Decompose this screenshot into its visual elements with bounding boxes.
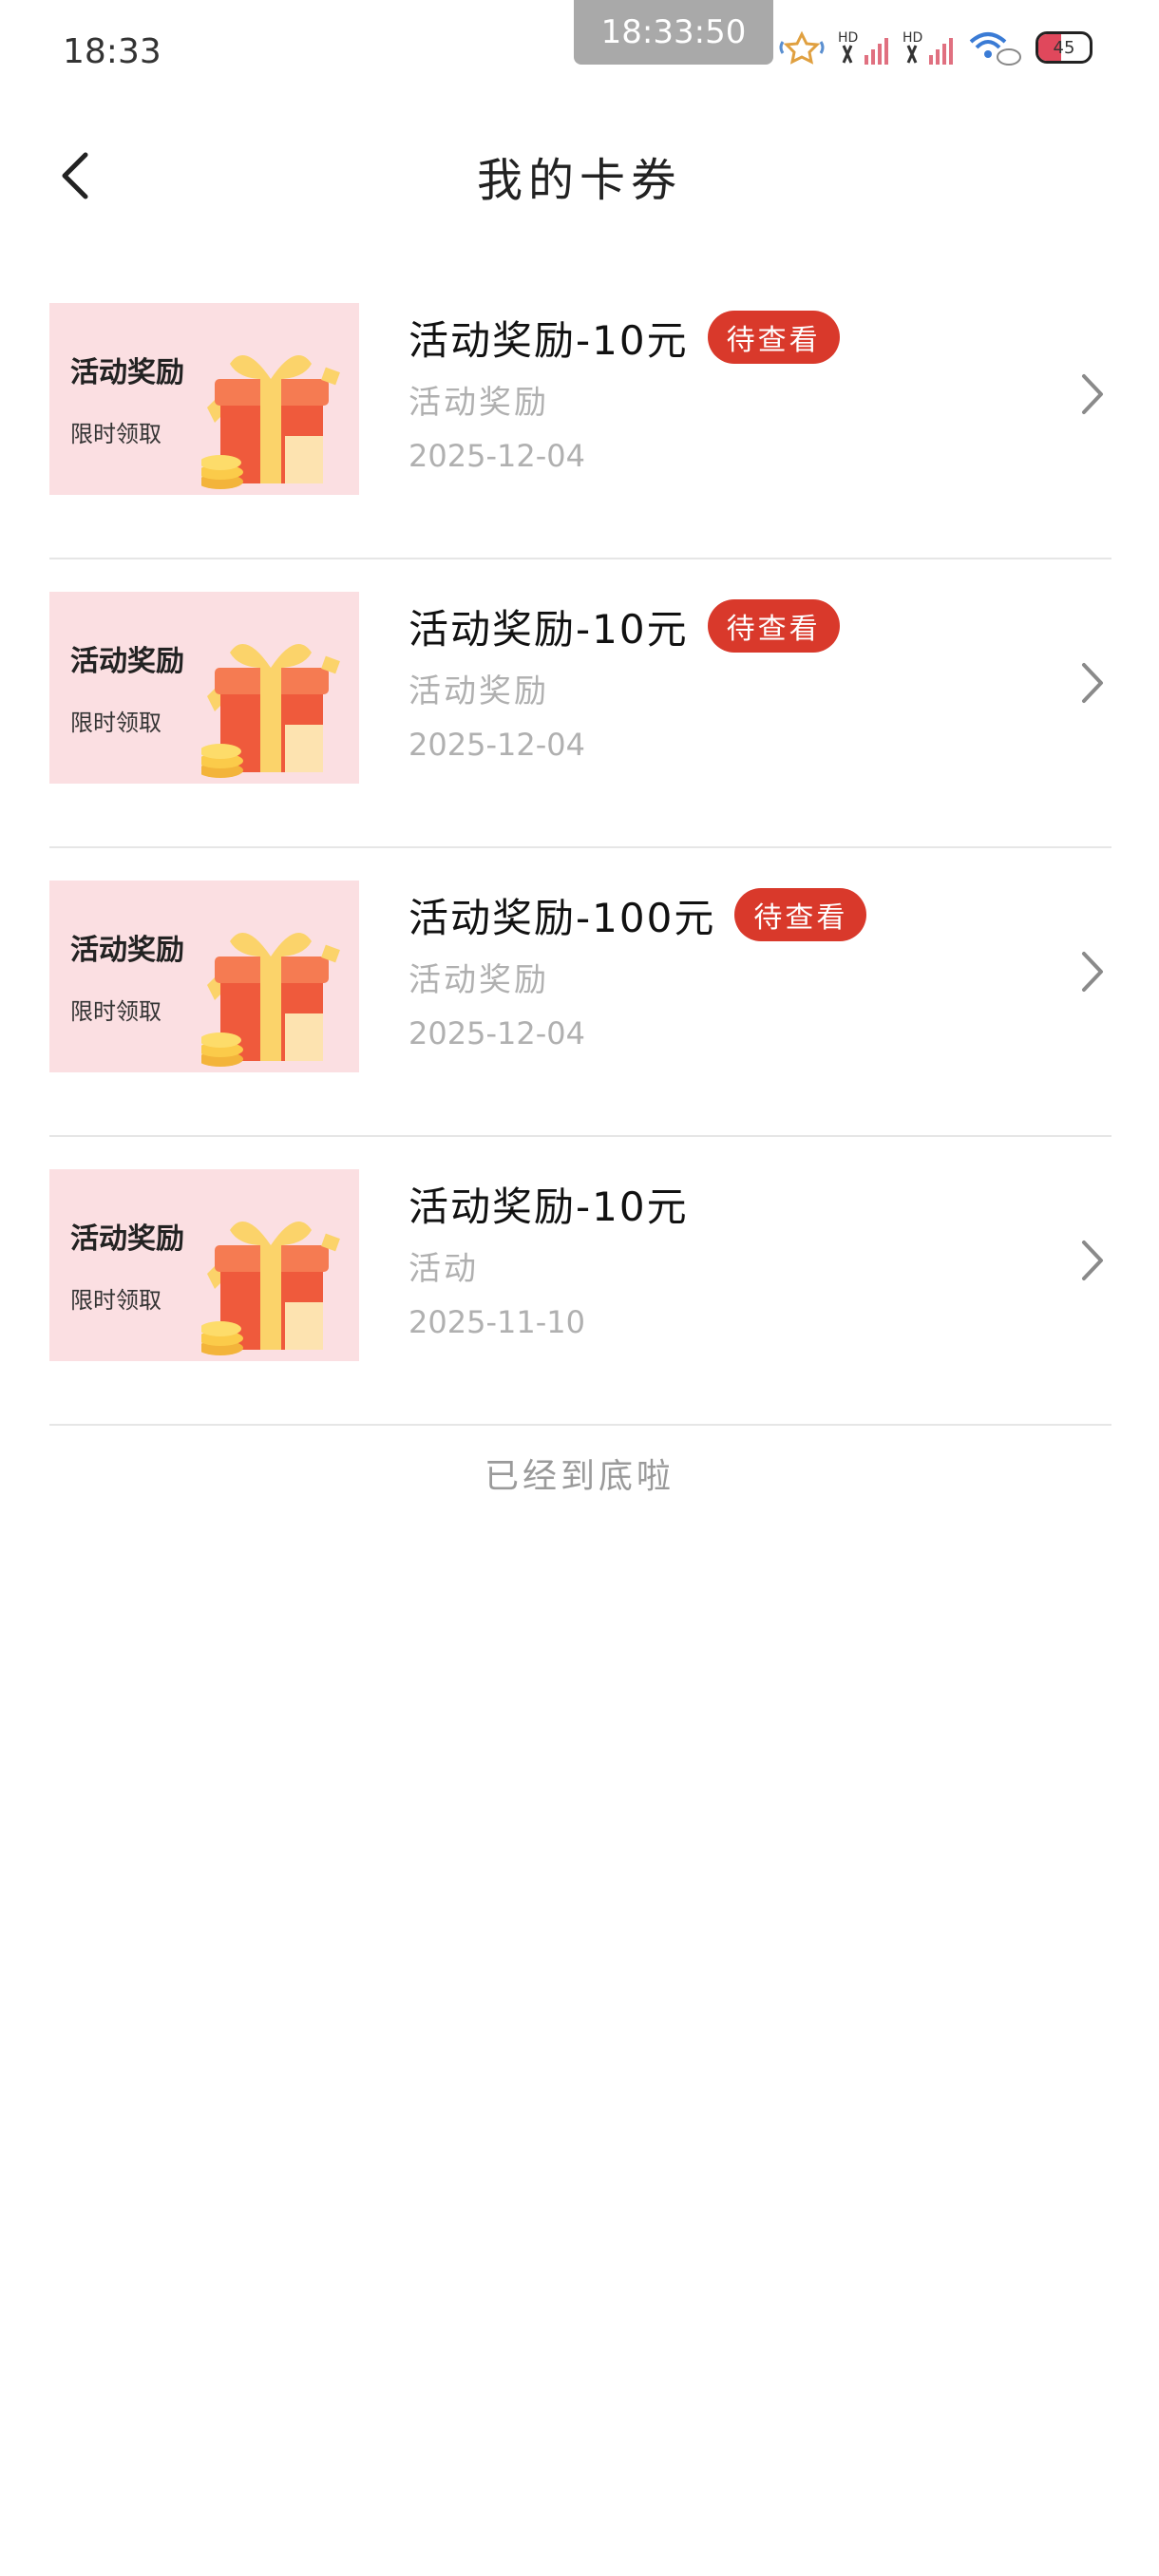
coupon-title: 活动奖励-10元 <box>408 1183 689 1230</box>
clock-overlay: 18:33:50 <box>574 0 773 65</box>
chevron-right-icon <box>1074 654 1112 711</box>
battery-icon: 45 <box>1036 31 1092 64</box>
thumbnail-subtitle: 限时领取 <box>70 998 162 1025</box>
coupon-item[interactable]: 活动奖励 限时领取 活动奖励-10元 待查看 活动奖励 2025-12-04 <box>49 271 1112 559</box>
status-time: 18:33 <box>63 32 162 71</box>
coupon-thumbnail: 活动奖励 限时领取 <box>49 592 359 784</box>
coupon-item[interactable]: 活动奖励 限时领取 活动奖励-100元 待查看 活动奖励 2025-12-04 <box>49 848 1112 1137</box>
thumbnail-title: 活动奖励 <box>70 645 184 678</box>
coupon-title: 活动奖励-100元 <box>408 894 716 941</box>
coupon-title: 活动奖励-10元 <box>408 316 689 364</box>
nav-header: 我的卡券 <box>0 123 1159 228</box>
status-bar: 18:33 18:33:50 HD HD 45 <box>0 0 1159 104</box>
coupon-item[interactable]: 活动奖励 限时领取 活动奖励-10元 活动 2025-11-10 <box>49 1137 1112 1426</box>
status-badge: 待查看 <box>734 888 867 941</box>
thumbnail-subtitle: 限时领取 <box>70 710 162 736</box>
chevron-right-icon <box>1074 366 1112 423</box>
gift-box-icon <box>201 644 340 778</box>
coupon-description: 活动奖励 <box>408 384 549 422</box>
list-end-text: 已经到底啦 <box>484 1457 674 1496</box>
signal-2-icon: HD <box>902 28 954 66</box>
thumbnail-title: 活动奖励 <box>70 934 184 967</box>
svg-text:HD: HD <box>902 30 922 46</box>
coupon-date: 2025-12-04 <box>408 1015 585 1051</box>
chevron-right-icon <box>1074 1232 1112 1289</box>
thumbnail-subtitle: 限时领取 <box>70 1287 162 1314</box>
coupon-info: 活动奖励-100元 待查看 活动奖励 2025-12-04 <box>408 886 1016 1055</box>
coupon-description: 活动 <box>408 1250 479 1288</box>
coupon-item[interactable]: 活动奖励 限时领取 活动奖励-10元 待查看 活动奖励 2025-12-04 <box>49 559 1112 848</box>
signal-1-icon: HD <box>838 28 889 66</box>
svg-text:HD: HD <box>838 30 858 46</box>
battery-level: 45 <box>1053 37 1075 58</box>
gift-box-icon <box>201 933 340 1067</box>
coupon-title: 活动奖励-10元 <box>408 605 689 653</box>
thumbnail-subtitle: 限时领取 <box>70 421 162 447</box>
gift-box-icon <box>201 1222 340 1355</box>
coupon-description: 活动奖励 <box>408 961 549 999</box>
status-icons: HD HD 45 <box>779 28 1092 66</box>
coupon-info: 活动奖励-10元 活动 2025-11-10 <box>408 1175 1016 1344</box>
coupon-info: 活动奖励-10元 待查看 活动奖励 2025-12-04 <box>408 597 1016 767</box>
status-badge: 待查看 <box>707 311 840 364</box>
status-badge: 待查看 <box>707 599 840 653</box>
coupon-info: 活动奖励-10元 待查看 活动奖励 2025-12-04 <box>408 309 1016 478</box>
coupon-date: 2025-12-04 <box>408 727 585 763</box>
coupon-thumbnail: 活动奖励 限时领取 <box>49 303 359 495</box>
coupon-thumbnail: 活动奖励 限时领取 <box>49 1169 359 1361</box>
coupon-date: 2025-12-04 <box>408 438 585 474</box>
coupon-date: 2025-11-10 <box>408 1304 585 1340</box>
wifi-icon <box>967 28 1022 66</box>
page-title: 我的卡券 <box>476 154 682 207</box>
gift-box-icon <box>201 355 340 489</box>
coupon-description: 活动奖励 <box>408 672 549 710</box>
hotspot-icon <box>779 30 825 65</box>
coupon-thumbnail: 活动奖励 限时领取 <box>49 881 359 1072</box>
coupon-list: 活动奖励 限时领取 活动奖励-10元 待查看 活动奖励 2025-12-04 活… <box>49 271 1112 1426</box>
thumbnail-title: 活动奖励 <box>70 356 184 389</box>
thumbnail-title: 活动奖励 <box>70 1222 184 1256</box>
chevron-right-icon <box>1074 943 1112 1000</box>
